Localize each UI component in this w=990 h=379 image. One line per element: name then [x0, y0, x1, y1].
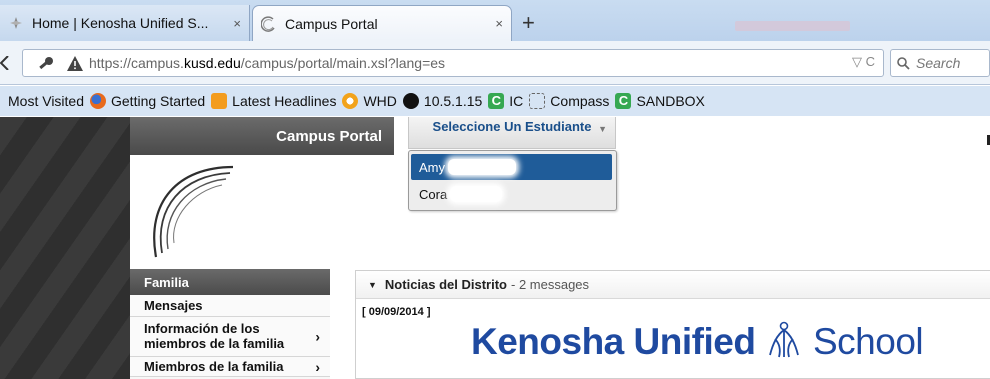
portal-title: Campus Portal	[276, 128, 382, 145]
search-icon	[897, 56, 910, 70]
sidebar-nav: Familia Mensajes Información de los miem…	[130, 269, 330, 379]
whd-icon	[342, 93, 359, 109]
campus-logo-area	[130, 155, 394, 269]
chevron-right-icon: ›	[315, 358, 320, 375]
tab-strip: Home | Kenosha Unified S... × Campus Por…	[0, 0, 990, 41]
tab-campus-portal[interactable]: Campus Portal ×	[252, 5, 512, 41]
chevron-right-icon: ›	[315, 328, 320, 344]
blurred-region	[735, 21, 850, 31]
close-tab-icon[interactable]: ×	[233, 16, 241, 31]
close-tab-icon[interactable]: ×	[495, 16, 503, 31]
tab-kusd-home[interactable]: Home | Kenosha Unified S... ×	[0, 5, 250, 41]
sidebar-item-miembros-familia[interactable]: Miembros de la familia ›	[130, 357, 330, 377]
motorola-icon	[402, 93, 419, 109]
bookmarks-toolbar: Most Visited Getting Started Latest Head…	[0, 86, 990, 116]
campus-swoosh-logo-icon	[153, 165, 234, 258]
rss-icon	[211, 93, 228, 109]
reload-button[interactable]: ▽ C	[852, 54, 875, 70]
sidebar-item-informacion-miembros[interactable]: Información de los miembros de la famili…	[130, 317, 330, 357]
firefox-icon	[90, 93, 106, 109]
student-dropdown-list: Amy Cora	[408, 150, 617, 211]
campus-c-icon: C	[488, 93, 505, 109]
bookmark-getting-started[interactable]: Getting Started	[90, 93, 205, 109]
chevron-down-icon[interactable]: ▼	[598, 124, 607, 134]
campus-c-icon: C	[615, 93, 632, 109]
tab-title: Campus Portal	[285, 15, 378, 32]
news-panel-header[interactable]: ▼ Noticias del Distrito - 2 messages	[356, 271, 990, 299]
student-selector-label: Seleccione Un Estudiante	[432, 119, 592, 134]
navigation-bar: https://campus.kusd.edu/campus/portal/ma…	[0, 41, 990, 85]
url-bar[interactable]: https://campus.kusd.edu/campus/portal/ma…	[22, 49, 884, 77]
bookmark-most-visited[interactable]: Most Visited	[8, 93, 84, 109]
bookmark-ic[interactable]: C IC	[488, 93, 523, 109]
bookmark-10-5-1-15[interactable]: 10.5.1.15	[402, 93, 482, 109]
redacted-name	[448, 159, 516, 175]
sidebar-item-mensajes[interactable]: Mensajes	[130, 295, 330, 317]
redacted-name	[450, 186, 503, 202]
kusd-favicon-icon	[10, 17, 22, 29]
new-tab-button[interactable]: +	[522, 10, 535, 36]
campus-portal-favicon-icon	[261, 15, 275, 32]
dotted-folder-icon	[529, 93, 546, 109]
sidebar-header-familia: Familia	[130, 269, 330, 295]
url-text[interactable]: https://campus.kusd.edu/campus/portal/ma…	[89, 55, 445, 71]
bookmark-compass[interactable]: Compass	[529, 93, 609, 109]
collapse-triangle-icon[interactable]: ▼	[368, 280, 377, 290]
key-icon[interactable]	[37, 55, 55, 73]
student-selector[interactable]: Seleccione Un Estudiante ▼	[408, 117, 616, 149]
campus-portal-page: Campus Portal Seleccione Un Estudiante ▼…	[0, 117, 990, 379]
decorative-side-strip	[0, 117, 130, 379]
kusd-banner: Kenosha Unified School	[471, 321, 924, 362]
student-option-amy[interactable]: Amy	[411, 154, 612, 180]
district-news-panel: ▼ Noticias del Distrito - 2 messages [ 0…	[355, 270, 990, 379]
bookmark-sandbox[interactable]: C SANDBOX	[615, 93, 705, 109]
warning-icon[interactable]	[67, 56, 83, 71]
portal-header: Campus Portal	[130, 117, 394, 155]
tab-title: Home | Kenosha Unified S...	[32, 15, 209, 31]
bookmark-whd[interactable]: WHD	[342, 93, 397, 109]
bookmark-latest-headlines[interactable]: Latest Headlines	[211, 93, 336, 109]
news-title: Noticias del Distrito	[384, 277, 507, 292]
kusd-emblem-icon	[769, 321, 800, 358]
news-date: [ 09/09/2014 ]	[362, 306, 431, 318]
news-count: - 2 messages	[511, 277, 590, 292]
student-option-cora[interactable]: Cora	[411, 181, 612, 207]
back-button[interactable]	[0, 56, 10, 70]
search-input[interactable]: Search	[890, 49, 990, 77]
